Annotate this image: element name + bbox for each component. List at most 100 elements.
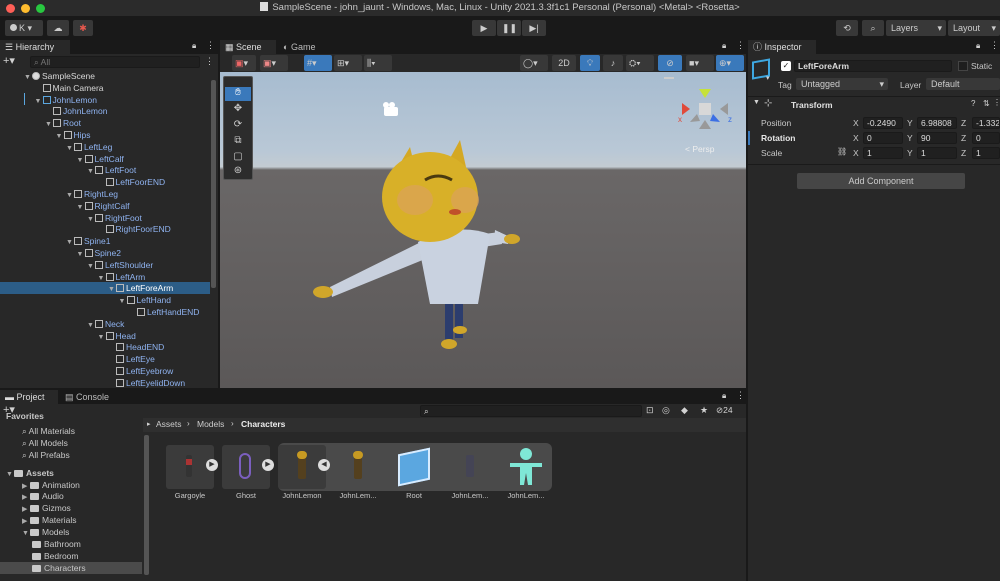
project-sidebar-item[interactable]: ⌕ All Prefabs [0,449,142,461]
active-checkbox[interactable]: ✓ [781,61,791,71]
rotation-y-field[interactable]: 90 [917,132,957,144]
hierarchy-item[interactable]: RightFoorEND [0,223,208,235]
hierarchy-item[interactable]: ▼ LeftArm [0,271,208,283]
project-sidebar-item[interactable]: Bedroom [0,550,142,562]
link-icon[interactable]: ⛓ [837,147,847,156]
grid-snap-button[interactable]: #▾ [304,55,332,71]
hierarchy-item[interactable]: ▼ Spine2 [0,247,208,259]
layer-dropdown[interactable]: Default [926,78,1000,90]
hierarchy-scrollbar[interactable] [211,80,216,288]
chevron-down-icon[interactable]: ▼ [753,99,760,106]
cloud-button[interactable]: ☁ [47,20,69,36]
asset-thumbnail-johnlemon-model[interactable] [334,445,382,489]
hierarchy-item[interactable]: LeftHandEND [0,306,208,318]
search-type-icon[interactable]: ⊡ [646,405,654,416]
lock-icon[interactable]: 🔒︎ [976,41,980,51]
add-object-button[interactable]: +▾ [3,56,15,68]
asset-thumbnail-johnlemon-avatar[interactable] [502,445,550,489]
zoom-window-button[interactable] [36,4,45,13]
rect-tool-icon[interactable]: ▢ [225,151,251,165]
settings-icon[interactable]: ⇅ [983,99,990,108]
rotation-x-field[interactable]: 0 [863,132,903,144]
account-dropdown[interactable]: K ▾ [5,20,43,36]
hierarchy-item[interactable]: ▼ Spine1 [0,235,208,247]
more-icon[interactable]: ⋮ [736,40,745,51]
favorite-star-icon[interactable]: ★ [700,405,708,416]
asset-thumbnail-root[interactable] [390,445,438,489]
hierarchy-item[interactable]: LeftFoorEND [0,176,208,188]
collab-button[interactable]: ✱ [73,20,93,36]
project-sidebar-item[interactable]: ▶ Gizmos [0,502,142,514]
lighting-toggle[interactable]: 💡︎ [580,55,600,71]
breadcrumb-models[interactable]: Models [197,419,224,429]
position-z-field[interactable]: -1.332 [972,117,1000,129]
hierarchy-search-input[interactable]: ⌕ All [30,56,200,68]
project-sidebar-item[interactable]: ▼ Assets [0,467,142,479]
hierarchy-item[interactable]: ▼ RightFoot [0,212,208,224]
filter-type-icon[interactable]: ◎ [662,405,670,416]
project-sidebar-item[interactable]: ⌕ All Materials [0,425,142,437]
lock-icon[interactable]: 🔒︎ [192,41,196,51]
rotation-z-field[interactable]: 0 [972,132,1000,144]
hierarchy-item[interactable]: ▼ Head [0,330,208,342]
project-sidebar-item[interactable]: ⌕ All Models [0,437,142,449]
position-y-field[interactable]: 6.98808 [917,117,957,129]
hierarchy-item[interactable]: LeftEyebrow [0,365,208,377]
project-sidebar-item[interactable]: ▼ Models [0,526,142,538]
hierarchy-item[interactable]: HeadEND [0,341,208,353]
draw-mode-button[interactable]: ▣▾ [232,55,256,71]
effects-toggle[interactable]: ⛭▾ [626,55,654,71]
position-x-field[interactable]: -0.2490 [863,117,903,129]
perspective-label[interactable]: < Persp [685,144,715,154]
project-sidebar-item[interactable]: ▶ Animation [0,479,142,491]
hierarchy-item[interactable]: LeftEyelidDown [0,377,208,389]
collapse-prefab-icon[interactable]: ◀ [318,459,330,471]
play-button[interactable]: ▶ [472,20,496,36]
hidden-packages-toggle[interactable]: ⊘24 [716,405,733,416]
lock-icon[interactable]: 🔒︎ [722,41,726,51]
more-icon[interactable]: ⋮ [736,390,745,401]
hand-tool-icon[interactable]: ✋︎ [225,87,251,101]
audio-toggle[interactable]: ♪ [603,55,623,71]
project-sidebar-item[interactable]: Bathroom [0,538,142,550]
hierarchy-item[interactable]: ▼ RightCalf [0,200,208,212]
expand-prefab-icon[interactable]: ▶ [262,459,274,471]
camera-settings-button[interactable]: ■▾ [686,55,714,71]
static-checkbox[interactable] [958,61,968,71]
hierarchy-item[interactable]: LeftEye [0,353,208,365]
hierarchy-item[interactable]: ▼ Root [0,117,208,129]
breadcrumb-assets[interactable]: Assets [156,419,182,429]
tab-project[interactable]: ▬ Project [0,390,58,404]
hierarchy-item[interactable]: ▼ Hips [0,129,208,141]
hierarchy-item[interactable]: ▼ Neck [0,318,208,330]
project-sidebar-item[interactable]: ▶ Materials [0,514,142,526]
project-sidebar-item[interactable]: Characters [0,561,142,574]
hierarchy-item[interactable]: JohnLemon [0,105,208,117]
increment-snap-button[interactable]: ⫼▾ [364,55,392,71]
scale-z-field[interactable]: 1 [972,147,1000,159]
label-icon[interactable]: ◆ [681,405,688,416]
gizmos-button[interactable]: ⊕▾ [716,55,744,71]
move-tool-icon[interactable]: ✥ [225,103,251,117]
tab-hierarchy[interactable]: ☰ Hierarchy [0,40,70,54]
tab-console[interactable]: ▤ Console [60,390,120,404]
history-button[interactable]: ⟲ [836,20,858,36]
hierarchy-item[interactable]: ▼ LeftCalf [0,153,208,165]
breadcrumb-characters[interactable]: Characters [241,419,285,429]
add-component-button[interactable]: Add Component [797,173,965,189]
search-button[interactable]: ⌕ [862,20,884,36]
render-mode-button[interactable]: ◯▾ [520,55,548,71]
hierarchy-item[interactable]: ▼ LeftShoulder [0,259,208,271]
tab-inspector[interactable]: ⓘ Inspector [748,40,816,54]
tag-dropdown[interactable]: Untagged ▾ [796,78,888,90]
hierarchy-item[interactable]: ▼ LeftFoot [0,164,208,176]
scene-viewport[interactable]: x z < Persp [220,72,746,388]
lock-icon[interactable]: 🔒︎ [722,391,726,401]
pause-button[interactable]: ❚❚ [497,20,521,36]
project-sidebar-scrollbar[interactable] [144,435,149,575]
transform-tool-icon[interactable]: ⊛ [225,165,251,179]
more-icon[interactable]: ⋮ [990,40,999,51]
expand-prefab-icon[interactable]: ▶ [206,459,218,471]
chevron-down-icon[interactable]: ▾ [766,74,770,82]
filter-icon[interactable]: ⋮ [205,56,214,67]
